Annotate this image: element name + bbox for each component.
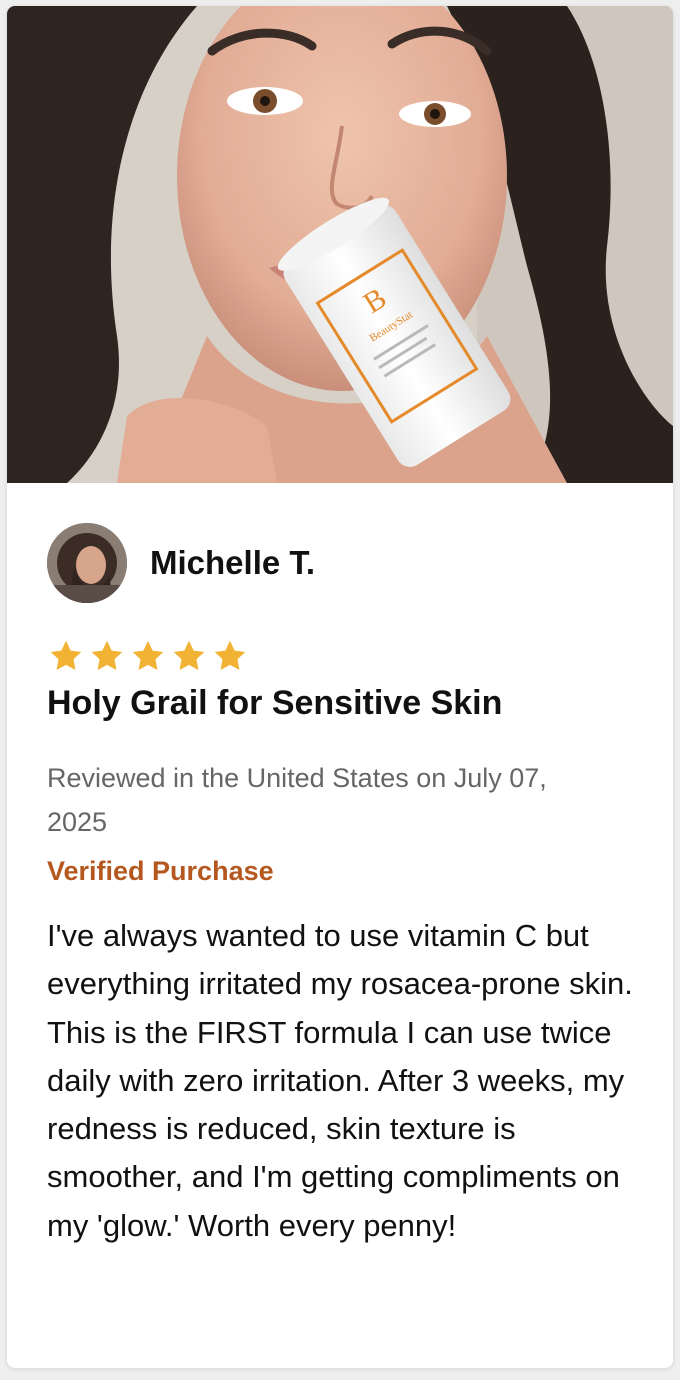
star-icon xyxy=(50,640,82,670)
star-rating xyxy=(47,638,249,674)
review-photo[interactable]: B BeautyStat xyxy=(7,6,673,483)
verified-purchase-badge: Verified Purchase xyxy=(47,856,274,886)
review-body: I've always wanted to use vitamin C but … xyxy=(47,918,633,1243)
review-title: Holy Grail for Sensitive Skin xyxy=(47,684,503,722)
review-card: B BeautyStat Michelle T. Holy Grail for … xyxy=(7,6,673,1368)
star-icon xyxy=(214,640,246,670)
review-date: Reviewed in the United States on July 07… xyxy=(47,763,547,837)
star-icon xyxy=(91,640,123,670)
star-icon xyxy=(132,640,164,670)
star-icon xyxy=(173,640,205,670)
reviewer-name: Michelle T. xyxy=(150,544,316,581)
avatar-image xyxy=(47,523,127,603)
customer-photo-image: B BeautyStat xyxy=(7,6,673,483)
reviewer-info: Michelle T. xyxy=(47,523,315,603)
reviewer-avatar[interactable] xyxy=(47,523,127,603)
